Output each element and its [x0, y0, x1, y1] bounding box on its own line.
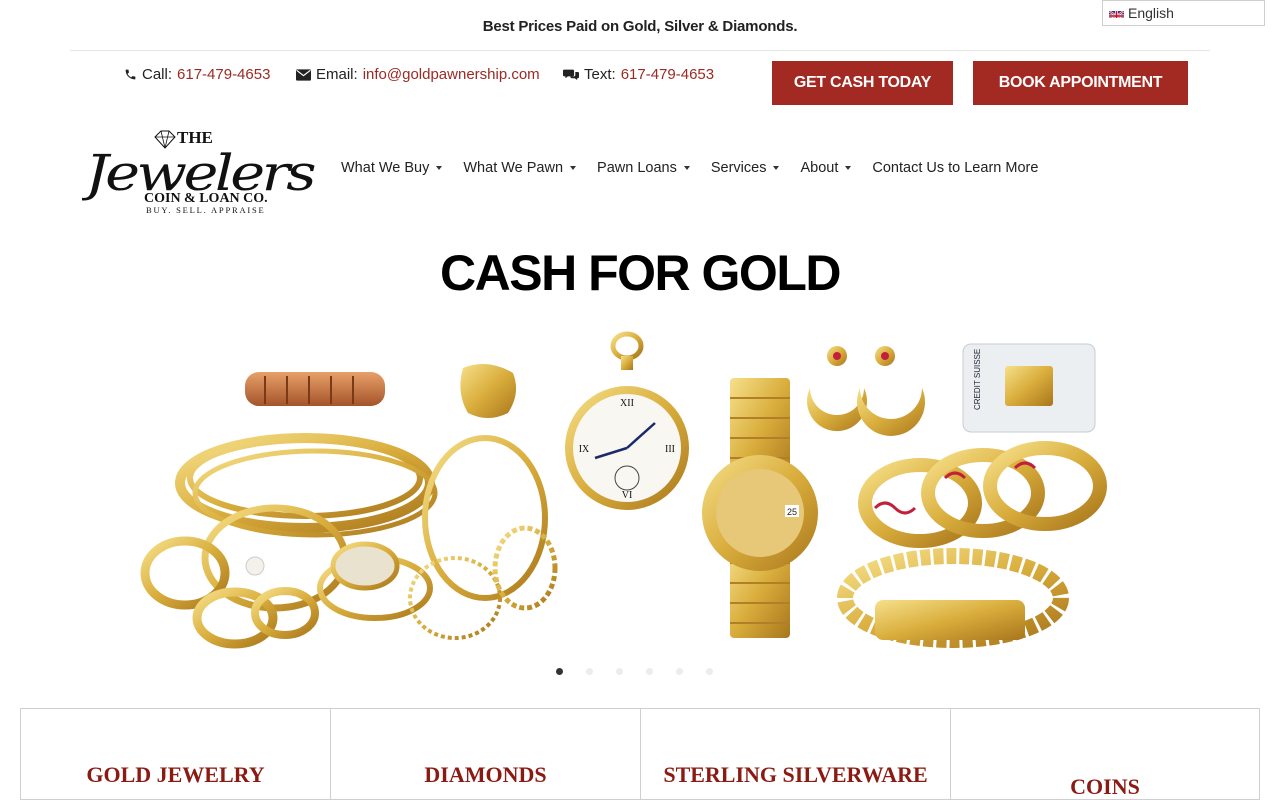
category-card-sterling-silverware[interactable]: STERLING SILVERWARE: [640, 708, 950, 800]
nav-item-contact[interactable]: Contact Us to Learn More: [872, 160, 1038, 176]
email-label: Email:: [316, 66, 358, 83]
category-title: COINS: [1070, 774, 1140, 799]
nav-label: Services: [710, 160, 767, 176]
uk-flag-icon: [1109, 8, 1124, 18]
call-contact: Call: 617-479-4653: [124, 66, 270, 83]
top-bar: Best Prices Paid on Gold, Silver & Diamo…: [0, 0, 1280, 50]
category-card-gold-jewelry[interactable]: GOLD JEWELRY: [20, 708, 330, 800]
nav-label: What We Buy: [341, 160, 430, 176]
caret-down-icon: [436, 166, 443, 170]
nav-label: What We Pawn: [463, 160, 564, 176]
category-card-diamonds[interactable]: DIAMONDS: [330, 708, 640, 800]
pocket-watch: XII III VI IX: [565, 331, 689, 510]
email-contact: Email: info@goldpawnership.com: [296, 66, 540, 83]
gold-jewelry-pile: [140, 433, 558, 649]
main-nav: What We Buy What We Pawn Pawn Loans Serv…: [341, 160, 1059, 176]
svg-text:25: 25: [787, 507, 797, 517]
svg-text:IX: IX: [579, 444, 590, 455]
language-label: English: [1128, 5, 1174, 21]
call-phone-link[interactable]: 617-479-4653: [177, 66, 270, 83]
pearl: [245, 556, 265, 576]
svg-text:XII: XII: [620, 398, 634, 409]
language-selector[interactable]: English: [1102, 0, 1265, 26]
svg-text:III: III: [665, 444, 675, 455]
header-divider: [70, 50, 1210, 51]
gold-crown: [460, 364, 517, 418]
slider-dot[interactable]: [616, 668, 623, 675]
category-title: STERLING SILVERWARE: [663, 762, 928, 787]
call-label: Call:: [142, 66, 173, 83]
logo-tagline: BUY. SELL. APPRAISE: [146, 205, 266, 215]
chat-bubbles-icon: [563, 69, 579, 81]
phone-icon: [125, 69, 136, 80]
nav-label: About: [800, 160, 839, 176]
jewelers-logo[interactable]: THE Jewelers COIN & LOAN CO. BUY. SELL. …: [82, 122, 318, 217]
nav-label: Pawn Loans: [597, 160, 677, 176]
category-title: DIAMONDS: [424, 762, 547, 787]
hero-slide-image: XII III VI IX 25 CREDIT SUISSE: [140, 331, 1107, 649]
gold-bar-card: CREDIT SUISSE: [962, 343, 1096, 433]
svg-text:VI: VI: [622, 490, 633, 501]
nav-label: Contact Us to Learn More: [872, 160, 1039, 176]
gold-bar-brand: CREDIT SUISSE: [973, 349, 982, 410]
category-title: GOLD JEWELRY: [86, 762, 265, 787]
caret-down-icon: [773, 166, 780, 170]
caret-down-icon: [683, 166, 690, 170]
slider-dot[interactable]: [556, 668, 563, 675]
top-tagline: Best Prices Paid on Gold, Silver & Diamo…: [482, 18, 798, 35]
gold-earrings: [807, 346, 925, 436]
slider-dot[interactable]: [706, 668, 713, 675]
category-card-coins[interactable]: COINS: [950, 708, 1260, 800]
nav-item-pawn-loans[interactable]: Pawn Loans: [597, 160, 690, 176]
slider-dot[interactable]: [676, 668, 683, 675]
text-label: Text:: [584, 66, 616, 83]
slider-dot[interactable]: [586, 668, 593, 675]
caret-down-icon: [845, 166, 852, 170]
gold-wristwatch: 25: [702, 378, 818, 638]
get-cash-today-button[interactable]: GET CASH TODAY: [772, 61, 953, 105]
category-cards: GOLD JEWELRY DIAMONDS STERLING SILVERWAR…: [20, 708, 1260, 800]
nav-item-about[interactable]: About: [800, 160, 852, 176]
gold-teeth-bridge: [245, 372, 385, 406]
nav-item-services[interactable]: Services: [711, 160, 780, 176]
hero-title: CASH FOR GOLD: [440, 245, 841, 301]
gold-id-bracelet: [837, 548, 1069, 648]
nav-item-what-we-buy[interactable]: What We Buy: [341, 160, 443, 176]
small-watch: [330, 541, 400, 591]
caret-down-icon: [570, 166, 577, 170]
text-phone-link[interactable]: 617-479-4653: [621, 66, 714, 83]
email-link[interactable]: info@goldpawnership.com: [363, 66, 540, 83]
gold-bangles: [858, 441, 1107, 548]
text-contact: Text: 617-479-4653: [563, 66, 714, 83]
nav-item-what-we-pawn[interactable]: What We Pawn: [463, 160, 577, 176]
slider-dots: [556, 668, 713, 675]
book-appointment-button[interactable]: BOOK APPOINTMENT: [973, 61, 1188, 105]
envelope-icon: [296, 68, 311, 81]
slider-dot[interactable]: [646, 668, 653, 675]
logo-subtitle: COIN & LOAN CO.: [144, 191, 268, 206]
